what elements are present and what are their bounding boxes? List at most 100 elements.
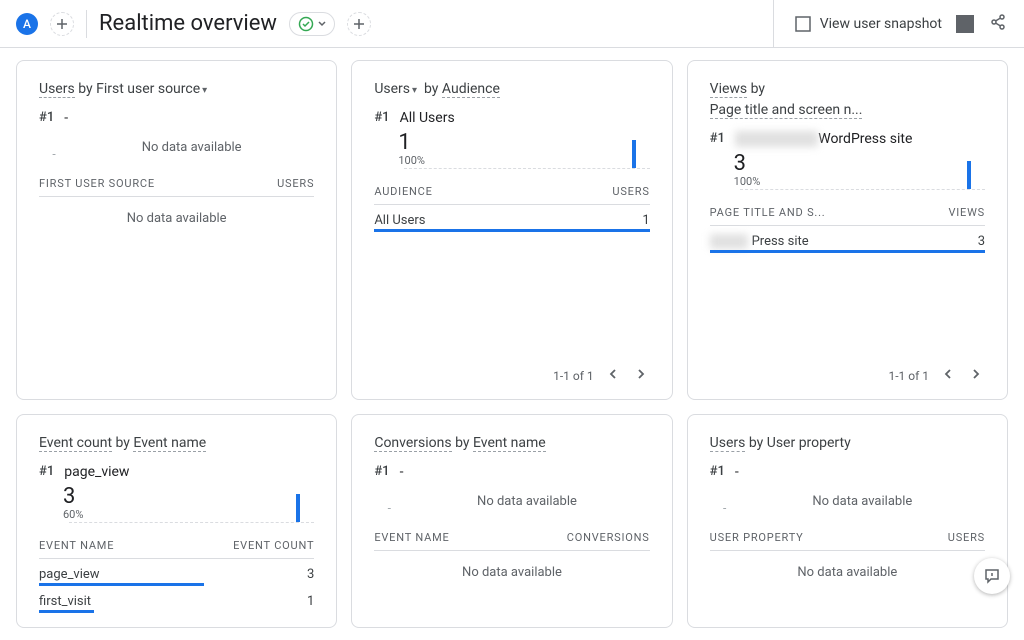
rank: #1 (39, 464, 54, 479)
rank: #1 (374, 464, 389, 479)
spark-placeholder: - (710, 501, 740, 515)
card-title: Users by User property (710, 433, 985, 454)
status-filter[interactable] (289, 12, 335, 36)
pager-prev[interactable] (939, 366, 957, 385)
user-snapshot-icon (794, 15, 812, 33)
metric-link[interactable]: Conversions (374, 435, 451, 452)
spark-placeholder: - (374, 501, 404, 515)
chevron-right-icon (636, 368, 646, 380)
spark-bar (967, 161, 971, 189)
plus-icon (353, 18, 365, 30)
plus-icon (56, 18, 68, 30)
header-left: A Realtime overview (16, 10, 371, 38)
table-row[interactable]: page_view 3 (39, 559, 314, 586)
table-row[interactable]: first_visit 1 (39, 586, 314, 613)
redacted-text: xxxxxx (710, 234, 749, 249)
top-item: #1 xxxxxxxxxxxxWordPress site (710, 131, 985, 147)
feedback-icon (983, 567, 1001, 585)
table-head: USER PROPERTY USERS (710, 523, 985, 551)
sparkline-area: - No data available (374, 488, 649, 515)
pager-prev[interactable] (604, 366, 622, 385)
metric-link[interactable]: Users (710, 435, 746, 452)
card-users-by-property: Users by User property #1 - - No data av… (687, 414, 1008, 628)
table-no-data: No data available (39, 197, 314, 240)
add-widget-button[interactable] (347, 12, 371, 36)
pager: 1-1 of 1 (374, 358, 649, 385)
col-dimension: EVENT NAME (39, 539, 114, 552)
top-item: #1 page_view (39, 464, 314, 480)
top-label: page_view (64, 464, 129, 480)
card-title: Views by Page title and screen n... (710, 79, 985, 121)
dimension-link[interactable]: First user source (96, 81, 200, 97)
col-dimension: USER PROPERTY (710, 531, 804, 544)
no-data-chart: No data available (740, 488, 985, 515)
view-snapshot-button[interactable]: View user snapshot (794, 15, 942, 33)
row-bar (374, 229, 649, 232)
table-row[interactable]: xxxxxx Press site 3 (710, 226, 985, 253)
table-head: PAGE TITLE AND S... VIEWS (710, 198, 985, 226)
dimension-link[interactable]: User property (767, 435, 851, 451)
chevron-down-icon[interactable]: ▾ (412, 83, 417, 98)
col-metric: USERS (277, 177, 314, 190)
row-value: 3 (307, 567, 314, 582)
sparkline-chart (69, 491, 314, 523)
card-views-by-page-title: Views by Page title and screen n... #1 x… (687, 60, 1008, 400)
col-metric: EVENT COUNT (233, 539, 314, 552)
table-head: EVENT NAME EVENT COUNT (39, 531, 314, 559)
top-item: #1 All Users (374, 110, 649, 126)
card-title: Users by First user source▾ (39, 79, 314, 100)
rank: #1 (374, 110, 389, 125)
table-no-data: No data available (710, 551, 985, 594)
row-bar (710, 250, 985, 253)
col-dimension: FIRST USER SOURCE (39, 177, 155, 190)
metric-link[interactable]: Views (710, 81, 748, 98)
metric-link[interactable]: Users (39, 81, 75, 98)
feedback-button[interactable] (974, 558, 1010, 594)
spark-placeholder: - (39, 147, 69, 161)
card-title: Event count by Event name (39, 433, 314, 454)
share-button[interactable] (988, 12, 1008, 36)
page-title: Realtime overview (99, 11, 277, 36)
row-label: xxxxxx Press site (710, 234, 809, 249)
spark-bar (632, 140, 636, 168)
dimension-link[interactable]: Event name (473, 435, 546, 452)
dimension-link[interactable]: Audience (442, 81, 500, 98)
add-comparison-button[interactable] (50, 12, 74, 36)
dimension-link[interactable]: Page title and screen n... (710, 102, 863, 119)
pager-next[interactable] (632, 366, 650, 385)
secondary-action-button[interactable] (956, 15, 974, 33)
row-value: 3 (978, 234, 985, 249)
card-conversions: Conversions by Event name #1 - - No data… (351, 414, 672, 628)
sparkline-area: - No data available (39, 134, 314, 161)
cards-grid: Users by First user source▾ #1 - - No da… (0, 48, 1024, 640)
chevron-right-icon (971, 368, 981, 380)
col-dimension: AUDIENCE (374, 185, 432, 198)
sparkline-area: - No data available (710, 488, 985, 515)
avatar[interactable]: A (16, 13, 38, 35)
sparkline-area (710, 158, 985, 190)
card-title: Conversions by Event name (374, 433, 649, 454)
row-value: 1 (307, 594, 314, 609)
card-users-by-first-source: Users by First user source▾ #1 - - No da… (16, 60, 337, 400)
rank: #1 (39, 110, 54, 125)
spark-bar (296, 494, 300, 522)
dimension-link[interactable]: Event name (133, 435, 206, 452)
pager-next[interactable] (967, 366, 985, 385)
snapshot-label: View user snapshot (820, 16, 942, 32)
col-metric: USERS (612, 185, 649, 198)
table-head: EVENT NAME CONVERSIONS (374, 523, 649, 551)
sparkline-area (39, 491, 314, 523)
divider (86, 10, 87, 38)
metric-link[interactable]: Event count (39, 435, 112, 452)
top-item: #1 - (39, 110, 314, 126)
top-item: #1 - (374, 464, 649, 480)
table-row[interactable]: All Users 1 (374, 205, 649, 232)
chevron-down-icon[interactable]: ▾ (202, 83, 207, 98)
metric-link[interactable]: Users (374, 81, 410, 97)
sparkline-chart (404, 137, 649, 169)
card-title: Users▾ by Audience (374, 79, 649, 100)
col-metric: CONVERSIONS (567, 531, 650, 544)
no-data-chart: No data available (404, 488, 649, 515)
no-data-chart: No data available (69, 134, 314, 161)
row-label: All Users (374, 213, 425, 228)
